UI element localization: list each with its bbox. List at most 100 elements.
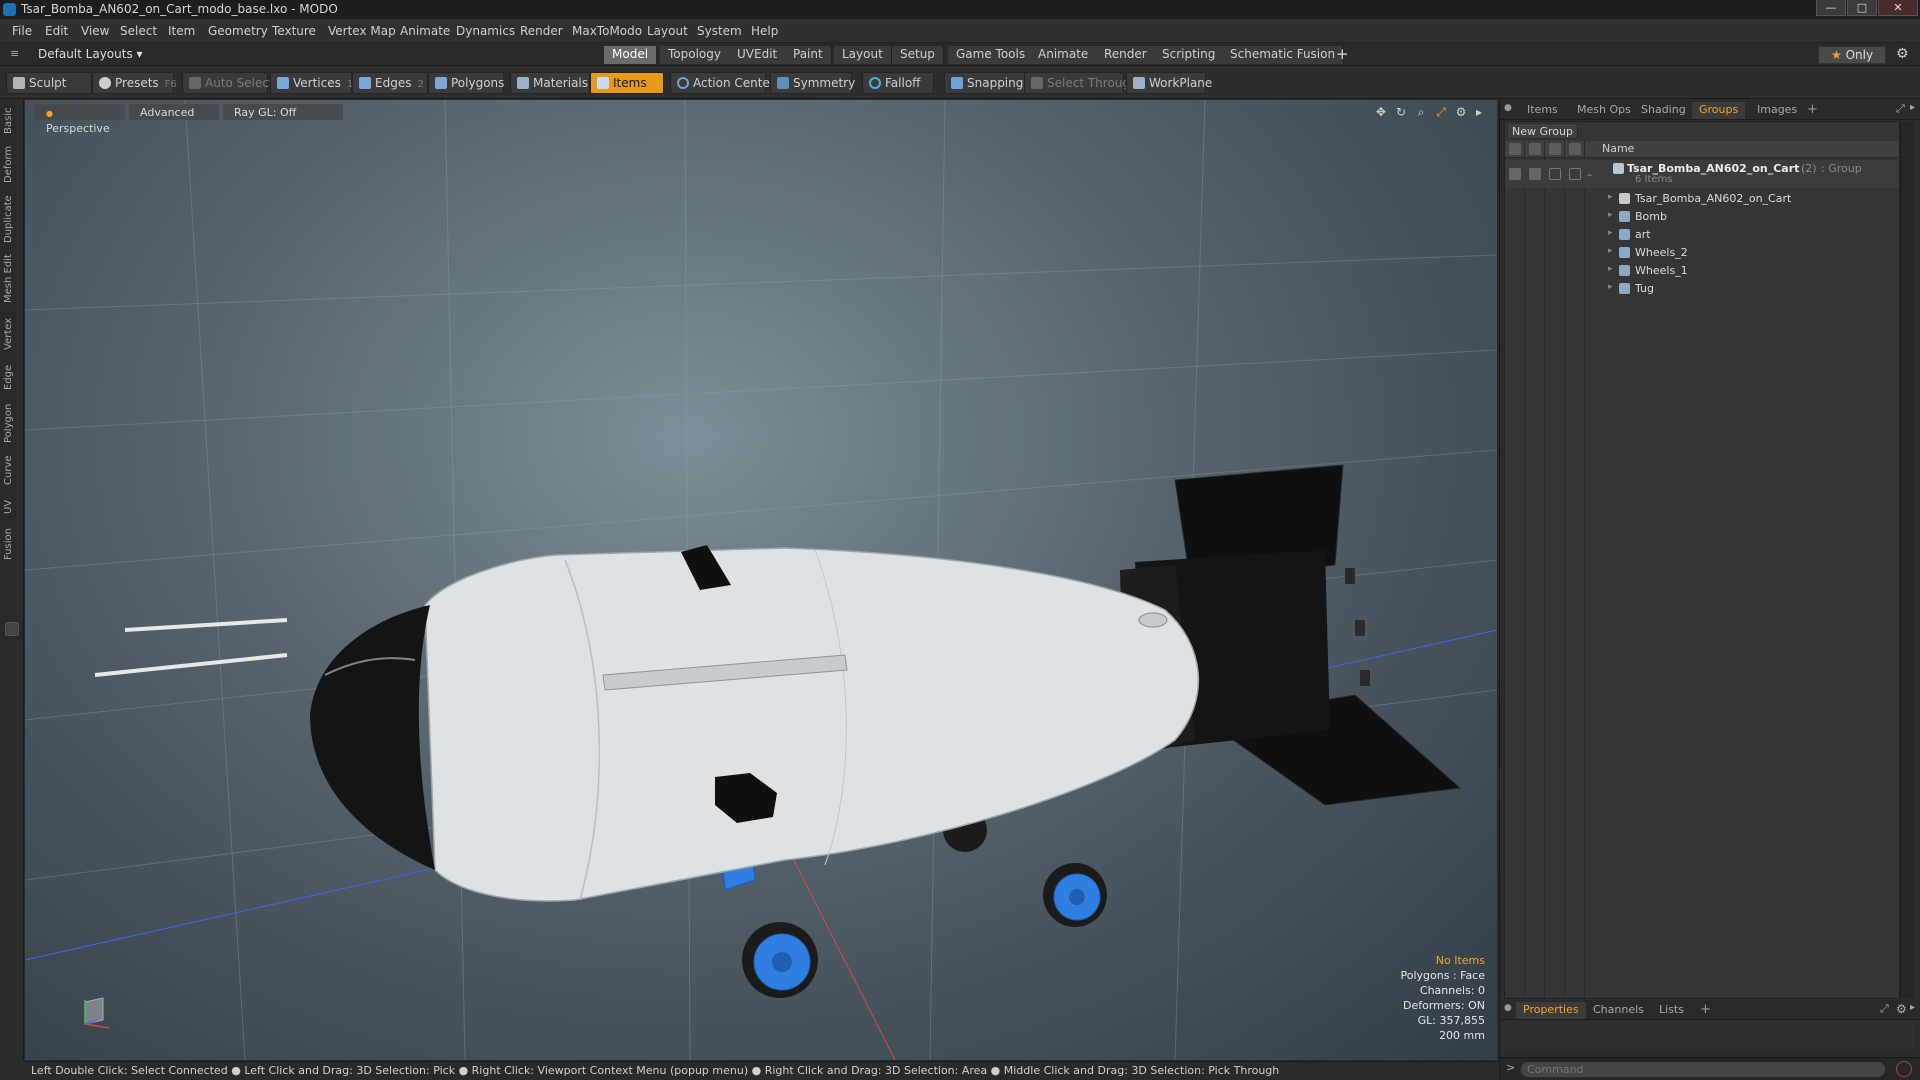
group-render-icon[interactable]	[1529, 168, 1541, 180]
panel-arrow-icon[interactable]: ▸	[1910, 1002, 1915, 1013]
viewport-perspective-tab[interactable]: ● Perspective	[35, 104, 125, 135]
zoom-view-icon[interactable]: ⌕	[1414, 105, 1428, 119]
rotate-view-icon[interactable]: ↻	[1394, 105, 1408, 119]
list-item[interactable]: ▸ Wheels_2	[1505, 244, 1899, 262]
menu-edit[interactable]: Edit	[45, 24, 68, 38]
gear-icon[interactable]: ⚙	[1896, 46, 1909, 62]
tab-shading[interactable]: Shading	[1634, 102, 1693, 119]
tab-mesh-ops[interactable]: Mesh Ops	[1570, 102, 1638, 119]
vtab-fusion[interactable]: Fusion	[3, 524, 21, 564]
menu-view[interactable]: View	[81, 24, 109, 38]
expand-icon[interactable]: ▸	[1608, 228, 1613, 238]
workplane-button[interactable]: WorkPlane	[1126, 72, 1212, 94]
items-button[interactable]: Items	[590, 72, 664, 94]
groups-scrollbar[interactable]	[1900, 121, 1914, 999]
menu-render[interactable]: Render	[520, 24, 563, 38]
record-icon[interactable]	[1896, 1061, 1912, 1077]
maximize-button[interactable]: □	[1847, 0, 1877, 16]
polygons-button[interactable]: Polygons	[428, 72, 504, 94]
tab-schematic-fusion[interactable]: Schematic Fusion	[1222, 46, 1345, 64]
add-scene-tab-button[interactable]: +	[1807, 102, 1818, 117]
symmetry-button[interactable]: Symmetry	[770, 72, 855, 94]
vtab-polygon[interactable]: Polygon	[3, 400, 21, 446]
new-group-button[interactable]: New Group	[1507, 123, 1578, 139]
presets-button[interactable]: Presets F6	[92, 72, 177, 94]
expand-icon[interactable]: ▸	[1608, 246, 1613, 256]
select-through-button[interactable]: Select Through	[1024, 72, 1138, 94]
vtab-mesh-edit[interactable]: Mesh Edit	[3, 254, 21, 304]
vtab-duplicate[interactable]: Duplicate	[3, 194, 21, 244]
menu-file[interactable]: File	[12, 24, 32, 38]
vtab-deform[interactable]: Deform	[3, 144, 21, 184]
snapping-button[interactable]: Snapping	[944, 72, 1026, 94]
list-item[interactable]: ▸ Bomb	[1505, 208, 1899, 226]
fit-view-icon[interactable]: ⤢	[1434, 105, 1448, 119]
viewport-raygl-tab[interactable]: Ray GL: Off	[223, 104, 343, 120]
list-item[interactable]: ▸ Wheels_1	[1505, 262, 1899, 280]
default-layouts-dropdown[interactable]: Default Layouts ▾	[38, 47, 143, 61]
add-properties-tab-button[interactable]: +	[1700, 1002, 1711, 1017]
tab-properties[interactable]: Properties	[1516, 1002, 1586, 1019]
command-input[interactable]	[1520, 1061, 1886, 1078]
menu-animate[interactable]: Animate	[400, 24, 450, 38]
panel-toggle-button[interactable]	[5, 622, 19, 636]
tab-render[interactable]: Render	[1096, 46, 1156, 64]
add-tab-button[interactable]: +	[1336, 45, 1349, 63]
collapse-icon[interactable]: –	[1587, 168, 1593, 181]
viewport-settings-icon[interactable]: ⚙	[1454, 105, 1468, 119]
falloff-button[interactable]: Falloff	[862, 72, 934, 94]
tab-images[interactable]: Images	[1750, 102, 1804, 119]
tab-setup[interactable]: Setup	[892, 46, 944, 64]
vtab-uv[interactable]: UV	[3, 496, 21, 518]
menu-layout[interactable]: Layout	[647, 24, 688, 38]
viewport-expand-icon[interactable]: ▸	[1472, 105, 1486, 119]
list-item[interactable]: ▸ Tsar_Bomba_AN602_on_Cart	[1505, 190, 1899, 208]
menu-select[interactable]: Select	[120, 24, 157, 38]
group-select-checkbox[interactable]	[1569, 168, 1581, 180]
select-icon[interactable]	[1569, 143, 1581, 155]
tab-model[interactable]: Model	[604, 46, 658, 64]
action-center-button[interactable]: Action Center	[670, 72, 775, 94]
menu-system[interactable]: System	[697, 24, 742, 38]
sculpt-button[interactable]: Sculpt	[6, 72, 92, 94]
panel-arrow-icon[interactable]: ▸	[1910, 102, 1915, 113]
tab-layout[interactable]: Layout	[834, 46, 892, 64]
materials-button[interactable]: Materials	[510, 72, 590, 94]
expand-panel-icon[interactable]: ⤢	[1896, 102, 1905, 116]
vtab-edge[interactable]: Edge	[3, 362, 21, 392]
group-row[interactable]: – Tsar_Bomba_AN602_on_Cart (2) : Group 6…	[1505, 160, 1899, 188]
tab-channels[interactable]: Channels	[1586, 1002, 1651, 1019]
expand-icon[interactable]: ▸	[1608, 282, 1613, 292]
minimize-button[interactable]: —	[1816, 0, 1846, 16]
edges-button[interactable]: Edges 2	[352, 72, 428, 94]
only-toggle[interactable]: ★ Only	[1818, 46, 1886, 64]
menu-help[interactable]: Help	[751, 24, 778, 38]
tab-topology[interactable]: Topology	[660, 46, 730, 64]
group-lock-checkbox[interactable]	[1549, 168, 1561, 180]
group-visibility-icon[interactable]	[1509, 168, 1521, 180]
tab-animate[interactable]: Animate	[1030, 46, 1098, 64]
expand-icon[interactable]: ▸	[1608, 210, 1613, 220]
lock-icon[interactable]	[1549, 143, 1561, 155]
render-icon[interactable]	[1529, 143, 1541, 155]
tab-lists[interactable]: Lists	[1652, 1002, 1691, 1019]
menu-item[interactable]: Item	[168, 24, 195, 38]
expand-icon[interactable]: ▸	[1608, 264, 1613, 274]
menu-maxtomodo[interactable]: MaxToModo	[572, 24, 642, 38]
eye-icon[interactable]	[1509, 143, 1521, 155]
move-view-icon[interactable]: ✥	[1374, 105, 1388, 119]
tab-scripting[interactable]: Scripting	[1154, 46, 1225, 64]
tab-items[interactable]: Items	[1520, 102, 1565, 119]
menu-geometry[interactable]: Geometry	[208, 24, 268, 38]
layout-menu-icon[interactable]: ≡	[10, 47, 19, 60]
menu-texture[interactable]: Texture	[272, 24, 316, 38]
expand-panel-icon[interactable]: ⤢	[1880, 1002, 1889, 1016]
expand-icon[interactable]: ▸	[1608, 192, 1613, 202]
gear-icon[interactable]: ⚙	[1896, 1002, 1907, 1016]
menu-dynamics[interactable]: Dynamics	[456, 24, 515, 38]
vtab-basic[interactable]: Basic	[3, 106, 21, 136]
3d-viewport[interactable]: ● Perspective Advanced Ray GL: Off ✥ ↻ ⌕…	[25, 100, 1497, 1060]
vtab-vertex[interactable]: Vertex	[3, 314, 21, 354]
tab-paint[interactable]: Paint	[785, 46, 832, 64]
viewport-advanced-tab[interactable]: Advanced	[129, 104, 219, 120]
